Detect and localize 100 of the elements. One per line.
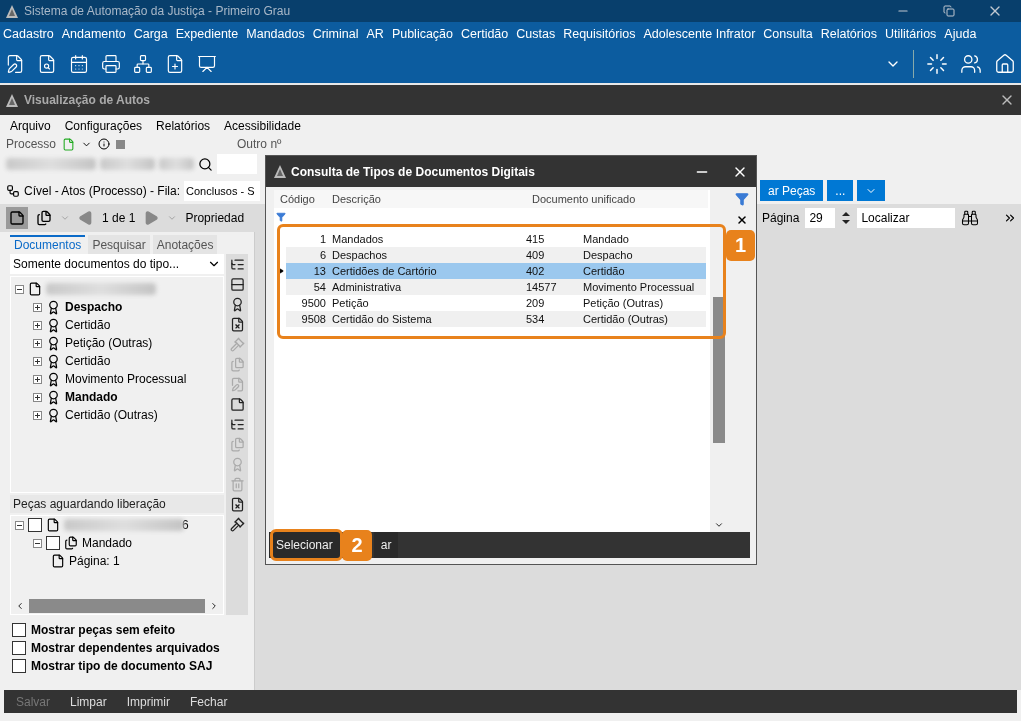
search-icon[interactable] (198, 156, 213, 172)
home-icon[interactable] (994, 53, 1016, 75)
properties-menu[interactable]: Propriedad (185, 211, 245, 225)
tree-item[interactable]: Mandado (82, 536, 133, 550)
checkbox[interactable] (46, 536, 60, 550)
find-field[interactable]: Localizar (857, 208, 956, 228)
menu-item[interactable]: Certidão (461, 26, 509, 41)
document-search-icon[interactable] (37, 54, 57, 74)
menu-item[interactable]: Relatórios (156, 119, 211, 133)
gavel-icon[interactable] (229, 517, 245, 532)
checkbox[interactable] (12, 623, 26, 637)
more-button[interactable]: ... (827, 180, 854, 201)
expand-icon[interactable] (33, 374, 42, 384)
menu-item[interactable]: Requisitórios (563, 26, 636, 41)
menu-item[interactable]: Andamento (61, 26, 126, 41)
checkbox[interactable] (28, 518, 42, 532)
users-icon[interactable] (960, 53, 982, 75)
clear-icon[interactable] (736, 214, 748, 226)
column-header[interactable]: Código (274, 193, 326, 205)
menu-item[interactable]: Custas (516, 26, 556, 41)
scroll-left-icon[interactable] (15, 601, 25, 611)
hierarchy-icon[interactable] (133, 54, 153, 74)
expand-icon[interactable] (33, 302, 42, 312)
tree-item[interactable]: Certidão (65, 318, 111, 332)
tree-item[interactable]: Mandado (65, 390, 118, 404)
checkbox[interactable] (12, 641, 26, 655)
collapse-icon[interactable] (15, 520, 24, 530)
column-header[interactable]: Descrição (326, 193, 526, 205)
menu-item[interactable]: Relatórios (820, 26, 877, 41)
note-icon[interactable] (229, 397, 245, 412)
documents-icon[interactable] (36, 210, 52, 226)
filter-button[interactable] (857, 180, 886, 201)
tree-icon[interactable] (229, 417, 245, 432)
footer-button[interactable]: Fechar (190, 694, 228, 709)
table-cell-text: Movimento Processual (583, 281, 696, 293)
table-row[interactable]: 54 Administrativa 14577 Movimento Processual (286, 279, 706, 295)
tree-item[interactable]: Certidão (Outras) (65, 408, 158, 422)
scroll-down-icon[interactable] (714, 520, 724, 530)
menu-item[interactable]: Adolescente Infrator (643, 26, 756, 41)
loading-icon[interactable] (926, 53, 948, 75)
spinner-icon[interactable] (841, 210, 852, 226)
menu-item[interactable]: Expediente (175, 26, 239, 41)
menu-item[interactable]: Consulta (763, 26, 813, 41)
filter-icon[interactable] (276, 212, 286, 222)
checkbox[interactable] (12, 659, 26, 673)
board-icon[interactable] (197, 54, 217, 74)
tree-item[interactable]: Página: 1 (69, 554, 120, 568)
select-button[interactable]: Selecionar (269, 532, 340, 558)
tab[interactable]: Pesquisar (88, 235, 150, 254)
menu-item[interactable]: Mandados (246, 26, 305, 41)
footer-button[interactable]: Limpar (70, 694, 107, 709)
expand-icon[interactable] (33, 392, 42, 402)
expand-icon[interactable] (33, 338, 42, 348)
printer-icon[interactable] (101, 54, 121, 74)
info-icon[interactable] (98, 138, 111, 150)
tree-item[interactable]: Despacho (65, 300, 123, 314)
menu-item[interactable]: Carga (133, 26, 168, 41)
expand-icon[interactable] (33, 320, 42, 330)
document-view-button[interactable] (6, 207, 28, 229)
document-remove-icon[interactable] (229, 497, 245, 512)
document-icon[interactable] (62, 137, 76, 151)
menu-item[interactable]: Publicação (391, 26, 454, 41)
column-header[interactable]: Documento unificado (526, 193, 708, 205)
menu-item[interactable]: AR (366, 26, 384, 41)
document-edit-icon[interactable] (5, 54, 25, 74)
binoculars-icon[interactable] (961, 209, 980, 227)
next-icon[interactable] (143, 210, 160, 226)
tree-item[interactable]: Movimento Processual (65, 372, 187, 386)
menu-item[interactable]: Criminal (312, 26, 359, 41)
document-type-dropdown[interactable]: Somente documentos do tipo... (10, 254, 225, 274)
menu-item[interactable]: Ajuda (944, 26, 977, 41)
filter-icon[interactable] (735, 192, 749, 206)
table-row[interactable]: 9508 Certidão do Sistema 534 Certidão (Outras) (286, 311, 706, 327)
collapse-icon[interactable] (15, 284, 24, 294)
vertical-scrollbar[interactable] (710, 190, 728, 532)
expand-icon[interactable] (33, 356, 42, 366)
rows-icon[interactable] (229, 277, 245, 292)
restore-icon[interactable] (943, 5, 955, 17)
menu-item[interactable]: Acessibilidade (224, 119, 301, 133)
queue-field[interactable]: Conclusos - S (184, 180, 261, 201)
tab[interactable]: Anotações (152, 235, 218, 254)
table-cell-text: Mandado (583, 233, 630, 245)
pieces-button[interactable]: ar Peças (760, 180, 824, 201)
tree-item[interactable]: Petição (Outras) (65, 336, 153, 350)
document-add-icon[interactable] (165, 54, 185, 74)
calendar-icon[interactable] (69, 54, 89, 74)
dialog-button[interactable]: ar (373, 532, 399, 558)
document-remove-icon[interactable] (229, 317, 245, 332)
expand-icon[interactable] (33, 410, 42, 420)
collapse-icon[interactable] (33, 538, 42, 548)
previous-icon[interactable] (78, 210, 94, 226)
table-row[interactable]: 6 Despachos 409 Despacho (286, 247, 706, 263)
menu-item[interactable]: Arquivo (10, 119, 51, 133)
menu-item[interactable]: Cadastro (3, 26, 54, 41)
menu-item[interactable]: Configurações (64, 119, 143, 133)
footer-button[interactable]: Imprimir (126, 694, 171, 709)
tree-icon[interactable] (229, 257, 245, 272)
tree-item[interactable]: Certidão (65, 354, 111, 368)
page-field[interactable]: 29 (805, 208, 836, 228)
menu-item[interactable]: Utilitários (884, 26, 937, 41)
